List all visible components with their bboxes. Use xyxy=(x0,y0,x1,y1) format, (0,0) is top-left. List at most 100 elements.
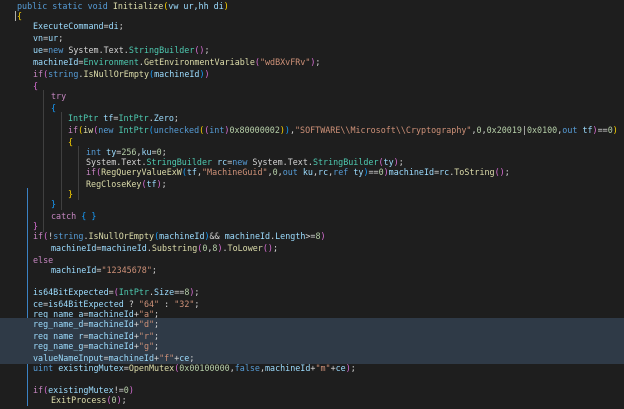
code-line-text: if(RegQueryValueExW(tf,"MachineGuid",0,o… xyxy=(86,166,510,178)
code-line-text: IntPtr tf=IntPtr.Zero; xyxy=(68,112,179,124)
code-token: ; xyxy=(151,265,157,275)
code-token: StringBuilder xyxy=(128,45,195,55)
code-token: GetEnvironmentVariable xyxy=(143,57,255,67)
code-line[interactable]: ue=new System.Text.StringBuilder(); xyxy=(0,44,624,56)
code-line-text: vn=ur; xyxy=(33,32,63,44)
code-token: ; xyxy=(58,33,64,43)
code-line-text: reg_name_g=machineId+"g"; xyxy=(33,340,159,352)
code-token: out xyxy=(562,125,583,135)
code-line[interactable]: try xyxy=(0,90,624,102)
code-token: try xyxy=(51,91,67,101)
code-token: ) xyxy=(612,125,618,135)
code-token: IntPtr xyxy=(118,113,149,123)
code-token: string xyxy=(53,231,84,241)
code-token: "wdBXvFRv" xyxy=(259,57,311,67)
code-line[interactable]: is64BitExpected=(IntPtr.Size==8); xyxy=(0,286,624,298)
code-token: ) xyxy=(320,231,326,241)
code-token: Length xyxy=(275,231,306,241)
code-line[interactable] xyxy=(0,372,624,384)
code-token: >= xyxy=(305,231,316,241)
code-token: reg_name_g xyxy=(33,341,84,351)
code-token: ToLower xyxy=(227,243,263,253)
code-token: == xyxy=(597,125,608,135)
code-token: () xyxy=(194,45,205,55)
code-token: ) xyxy=(204,69,210,79)
code-token: IntPtr xyxy=(118,287,149,297)
code-token: Environment xyxy=(83,57,139,67)
code-token: machineId xyxy=(154,69,200,79)
code-line[interactable]: reg_name_d=machineId+"d"; xyxy=(0,318,624,330)
code-line[interactable]: if(!string.IsNullOrEmpty(machineId)&& ma… xyxy=(0,230,624,242)
code-token: if xyxy=(68,125,79,135)
code-line[interactable]: reg_name_g=machineId+"g"; xyxy=(0,340,624,352)
code-token: rc xyxy=(439,167,450,177)
code-token: machineId xyxy=(88,341,134,351)
code-token: IsNullOrEmpty xyxy=(88,231,155,241)
code-editor[interactable]: public static void Initialize(vw ur,hh d… xyxy=(0,0,624,409)
code-token: ; xyxy=(204,45,210,55)
code-token: tf xyxy=(186,167,197,177)
code-token: ; xyxy=(121,395,127,405)
code-line[interactable]: machineId=machineId.Substring(0,8).ToLow… xyxy=(0,242,624,254)
code-token: 0x0100 xyxy=(526,125,558,135)
code-token: ExitProcess xyxy=(51,395,107,405)
code-token: ; xyxy=(315,57,321,67)
code-line[interactable]: ExitProcess(0); xyxy=(0,394,624,406)
code-token: vn xyxy=(33,33,44,43)
code-token: machineId xyxy=(101,243,147,253)
code-line[interactable]: } xyxy=(0,198,624,210)
code-token: if xyxy=(86,167,97,177)
code-token: machineId xyxy=(224,231,271,241)
code-token: "SOFTWARE\\Microsoft\\Cryptography" xyxy=(295,125,472,135)
code-token: machineId xyxy=(88,319,134,329)
code-token: ty xyxy=(353,167,364,177)
code-token: System.Text. xyxy=(68,45,129,55)
code-line[interactable]: IntPtr tf=IntPtr.Zero; xyxy=(0,112,624,124)
code-token: Zero xyxy=(153,113,174,123)
code-token: "d" xyxy=(138,319,155,329)
code-token: RegQueryValueExW xyxy=(101,167,182,177)
code-token: ToString xyxy=(454,167,495,177)
code-line-text: if(iw(new IntPtr(unchecked((int)0x800000… xyxy=(68,124,618,136)
code-token: "12345678" xyxy=(101,265,152,275)
code-token: ur xyxy=(48,33,59,43)
code-token: machineId xyxy=(51,243,97,253)
code-token: IntPtr xyxy=(118,125,149,135)
code-line[interactable]: machineId=Environment.GetEnvironmentVari… xyxy=(0,56,624,68)
code-token: new xyxy=(98,125,119,135)
code-token: out xyxy=(282,167,303,177)
code-line[interactable]: if(RegQueryValueExW(tf,"MachineGuid",0,o… xyxy=(0,166,624,178)
code-line-text: machineId="12345678"; xyxy=(51,264,157,276)
code-token: ; xyxy=(272,243,278,253)
code-token: == xyxy=(174,287,185,297)
code-token: IsNullOrEmpty xyxy=(83,69,150,79)
code-line[interactable]: vn=ur; xyxy=(0,32,624,44)
code-line-text: ExecuteCommand=di; xyxy=(33,20,124,32)
code-line[interactable]: if(iw(new IntPtr(unchecked((int)0x800000… xyxy=(0,124,624,136)
code-token: string xyxy=(48,69,79,79)
code-token: Substring xyxy=(151,243,198,253)
code-token: == xyxy=(368,167,379,177)
code-token: new xyxy=(48,45,69,55)
code-token: 0x20019 xyxy=(486,125,522,135)
code-token: ; xyxy=(173,113,179,123)
code-line-text: machineId=Environment.GetEnvironmentVari… xyxy=(33,56,320,68)
code-token: IntPtr xyxy=(68,113,104,123)
code-line-text: machineId=machineId.Substring(0,8).ToLow… xyxy=(51,242,278,254)
code-token: tf xyxy=(582,125,593,135)
code-token: is64BitExpected xyxy=(33,287,109,297)
code-token: reg_name_d xyxy=(33,319,84,329)
code-token: if xyxy=(33,69,44,79)
code-line[interactable]: ExecuteCommand=di; xyxy=(0,20,624,32)
code-line-text: reg_name_d=machineId+"d"; xyxy=(33,318,159,330)
code-line[interactable]: if(string.IsNullOrEmpty(machineId)) xyxy=(0,68,624,80)
code-line-text: if(string.IsNullOrEmpty(machineId)) xyxy=(33,68,210,80)
code-token: } xyxy=(51,199,57,209)
code-token: machineId xyxy=(388,167,435,177)
code-token: "g" xyxy=(138,341,155,351)
code-token: unchecked xyxy=(153,125,200,135)
code-token: iw xyxy=(83,125,94,135)
code-line[interactable]: machineId="12345678"; xyxy=(0,264,624,276)
code-token: machineId xyxy=(51,265,97,275)
code-line-text: } xyxy=(51,198,56,210)
